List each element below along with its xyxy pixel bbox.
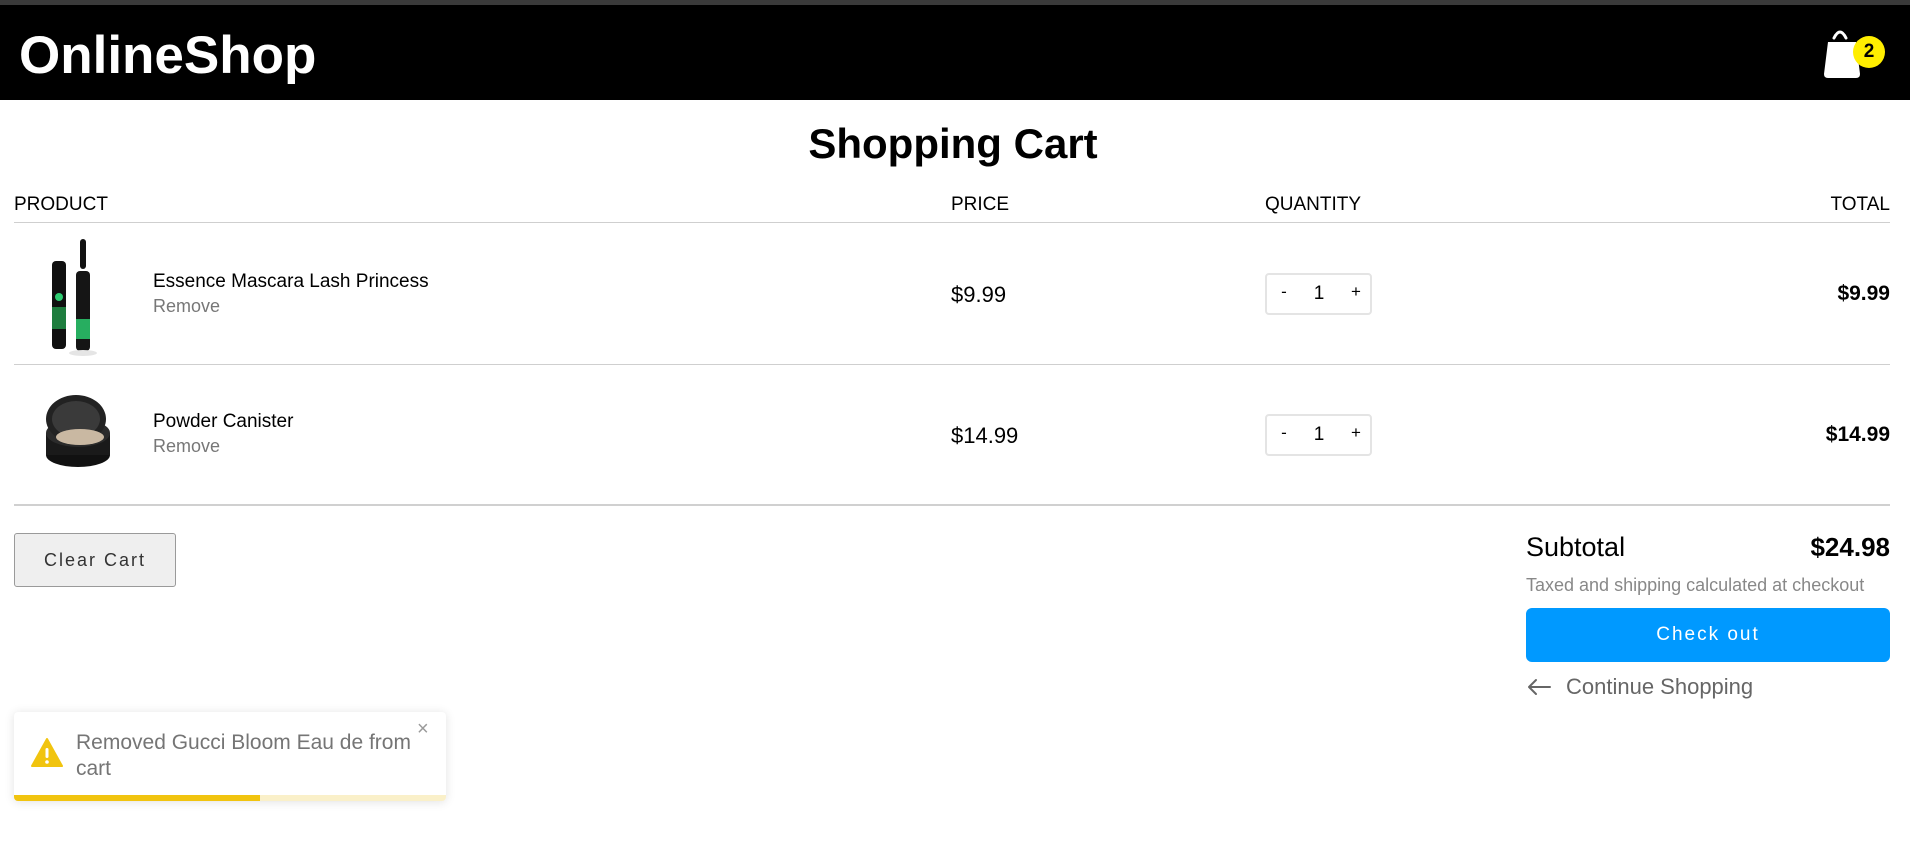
increase-quantity-button[interactable]: +	[1345, 282, 1367, 306]
row-total: $14.99	[1825, 423, 1890, 446]
product-name[interactable]: Powder Canister	[153, 411, 293, 433]
clear-cart-button[interactable]: Clear Cart	[14, 533, 176, 587]
toast-progress-bar	[14, 795, 261, 801]
page-title: Shopping Cart	[808, 120, 1098, 167]
column-header-product: PRODUCT	[14, 194, 108, 215]
quantity-value[interactable]: 1	[1307, 424, 1331, 446]
close-icon[interactable]: ×	[417, 718, 429, 741]
remove-link[interactable]: Remove	[153, 296, 220, 317]
warning-icon	[31, 738, 63, 767]
navbar: OnlineShop	[0, 5, 1910, 100]
mascara-product-image[interactable]	[36, 237, 120, 357]
toast-notification: Removed Gucci Bloom Eau de from cart ×	[14, 712, 446, 801]
cart-row: Powder Canister Remove $14.99 - 1 + $14.…	[14, 365, 1890, 505]
quantity-stepper: - 1 +	[1265, 414, 1372, 456]
decrease-quantity-button[interactable]: -	[1273, 282, 1295, 306]
product-price: $9.99	[951, 282, 1007, 307]
quantity-value[interactable]: 1	[1307, 283, 1331, 305]
quantity-stepper: - 1 +	[1265, 273, 1372, 315]
column-header-quantity: QUANTITY	[1265, 194, 1362, 215]
tax-note: Taxed and shipping calculated at checkou…	[1526, 575, 1865, 595]
row-total: $9.99	[1837, 282, 1890, 305]
product-name[interactable]: Essence Mascara Lash Princess	[153, 271, 429, 293]
powder-canister-product-image[interactable]	[36, 375, 120, 495]
toast-progress-track	[14, 795, 446, 801]
cart-count-badge: 2	[1853, 36, 1885, 68]
column-header-price: PRICE	[951, 194, 1010, 215]
table-bottom-divider	[14, 504, 1890, 506]
remove-link[interactable]: Remove	[153, 436, 220, 457]
toast-message: Removed Gucci Bloom Eau de from cart	[76, 731, 411, 780]
arrow-left-icon	[1528, 679, 1551, 695]
checkout-button[interactable]: Check out	[1526, 608, 1890, 662]
cart-row: Essence Mascara Lash Princess Remove $9.…	[14, 223, 1890, 363]
column-header-total: TOTAL	[1830, 194, 1890, 215]
increase-quantity-button[interactable]: +	[1345, 423, 1367, 447]
subtotal-label: Subtotal	[1526, 532, 1626, 562]
subtotal-value: $24.98	[1810, 532, 1890, 562]
decrease-quantity-button[interactable]: -	[1273, 423, 1295, 447]
continue-shopping-label: Continue Shopping	[1566, 674, 1754, 699]
brand-logo[interactable]: OnlineShop	[19, 25, 316, 86]
product-price: $14.99	[951, 423, 1019, 448]
